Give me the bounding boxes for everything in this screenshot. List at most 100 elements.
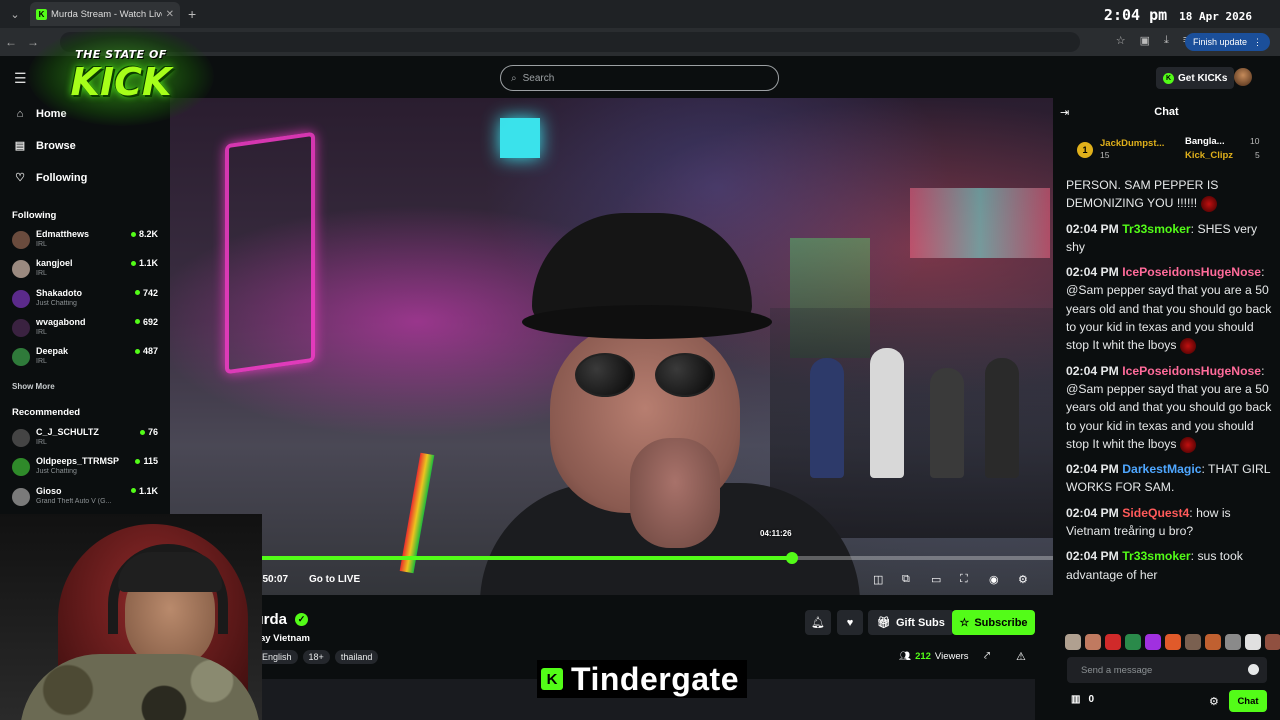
channel-item[interactable]: wvagabond IRL 692	[12, 316, 162, 342]
new-tab-icon[interactable]: +	[188, 6, 196, 22]
get-kicks-button[interactable]: K Get KICKs	[1156, 67, 1235, 89]
emote-icon[interactable]	[1105, 634, 1121, 650]
crowd-person	[870, 348, 904, 478]
leader-name[interactable]: Kick_Clipz	[1185, 150, 1233, 161]
emote-icon[interactable]	[1225, 634, 1241, 650]
channel-viewers: 487	[134, 346, 158, 356]
chat-message: PERSON. SAM PEPPER IS DEMONIZING YOU !!!…	[1066, 176, 1273, 213]
message-username[interactable]: Tr33smoker	[1122, 222, 1190, 236]
recommended-section-title: Recommended	[12, 407, 81, 418]
leader-name[interactable]: Bangla...	[1185, 136, 1225, 147]
finish-update-label: Finish update	[1192, 37, 1247, 47]
emote-icon[interactable]	[1185, 634, 1201, 650]
menu-icon[interactable]: ☰	[14, 70, 27, 87]
autoplay-icon[interactable]: ◉	[989, 573, 999, 586]
bookmark-star-icon[interactable]: ☆	[1116, 34, 1126, 47]
notification-bell-button[interactable]: 🔔︎	[805, 610, 831, 635]
channel-avatar	[12, 487, 30, 506]
emote-icon	[1200, 196, 1217, 213]
tab-close-icon[interactable]: ✕	[166, 9, 174, 20]
progress-bar[interactable]	[210, 552, 1053, 564]
chat-points[interactable]: ▥ 0	[1071, 694, 1094, 705]
live-dot-icon	[134, 348, 140, 354]
channel-item[interactable]: C_J_SCHULTZ IRL 76	[12, 426, 162, 452]
back-icon[interactable]: ←	[0, 35, 22, 49]
message-time: 02:04 PM	[1066, 549, 1119, 564]
tag[interactable]: thailand	[334, 650, 379, 664]
message-time: 02:04 PM	[1066, 462, 1119, 477]
channel-item[interactable]: Deepak IRL 487	[12, 345, 162, 371]
live-dot-icon	[130, 488, 136, 494]
message-username[interactable]: IcePoseidonsHugeNose	[1122, 364, 1261, 378]
miniplayer-icon[interactable]: ◫	[873, 573, 883, 586]
viewer-number: 212	[915, 651, 931, 662]
channel-item[interactable]: Edmatthews IRL 8.2K	[12, 228, 162, 254]
theater-mode-icon[interactable]: ▭	[931, 573, 941, 586]
user-avatar[interactable]	[1234, 68, 1252, 86]
caption-text: Tindergate	[571, 660, 739, 697]
settings-gear-icon[interactable]: ⚙	[1018, 573, 1028, 586]
kick-logo-icon: K	[541, 668, 563, 690]
nav-browse[interactable]: ▤ Browse	[14, 139, 76, 153]
report-icon[interactable]: ⚠	[1016, 650, 1026, 663]
chat-settings-icon[interactable]: ⚙	[1209, 695, 1219, 708]
tab-search-icon[interactable]: ⌄	[4, 3, 26, 25]
neon-building-right	[910, 188, 1050, 258]
state-of-kick-logo: THE STATE OF KICK	[28, 26, 214, 126]
nav-following[interactable]: ♡ Following	[14, 171, 87, 185]
message-username[interactable]: DarkestMagic	[1122, 462, 1201, 476]
channel-avatar	[12, 260, 30, 279]
browser-tab[interactable]: K Murda Stream - Watch Live ✕	[30, 2, 180, 26]
leader-name[interactable]: JackDumpst...	[1100, 138, 1164, 149]
kick-favicon-icon: K	[36, 8, 47, 20]
emote-icon[interactable]	[1165, 634, 1181, 650]
fullscreen-icon[interactable]: ⛶	[960, 573, 968, 586]
points-value: 0	[1088, 694, 1095, 705]
search-input[interactable]: ⌕ Search	[500, 65, 779, 91]
subscribe-label: Subscribe	[974, 616, 1028, 629]
subscribe-button[interactable]: ☆ Subscribe	[952, 610, 1035, 635]
chat-message-input[interactable]: Send a message	[1067, 657, 1267, 683]
emote-icon[interactable]	[1245, 634, 1261, 650]
clip-icon[interactable]: ⧉	[902, 573, 910, 586]
message-username[interactable]: Tr33smoker	[1122, 549, 1190, 563]
channel-avatar	[12, 289, 30, 308]
bell-icon: 🔔︎	[811, 617, 825, 629]
channel-category: Grand Theft Auto V (G...	[36, 497, 112, 505]
video-player[interactable]: 04:11:26 🔈 08:50:07 Go to LIVE ◫ ⧉ ▭ ⛶ ◉…	[170, 98, 1053, 595]
emote-icon[interactable]	[1125, 634, 1141, 650]
gift-leaderboard: 1 JackDumpst... 15 Bangla... 10 Kick_Cli…	[1063, 130, 1273, 170]
channel-avatar	[12, 458, 30, 477]
extensions-icon[interactable]: ▣	[1140, 34, 1150, 47]
follow-heart-button[interactable]: ♥	[837, 610, 863, 635]
tag[interactable]: 18+	[302, 650, 330, 664]
emote-icon[interactable]	[1265, 634, 1280, 650]
message-username[interactable]: SideQuest4	[1122, 506, 1189, 520]
chat-panel: ⇥ Chat 1 JackDumpst... 15 Bangla... 10 K…	[1053, 98, 1280, 720]
channel-item[interactable]: Oldpeeps_TTRMSP Just Chatting 115	[12, 455, 162, 481]
chat-message: 02:04 PM IcePoseidonsHugeNose: @Sam pepp…	[1066, 263, 1273, 355]
points-icon: ▥	[1071, 694, 1081, 705]
emote-icon[interactable]	[1205, 634, 1221, 650]
message-username[interactable]: IcePoseidonsHugeNose	[1122, 265, 1261, 279]
tag[interactable]: English	[256, 650, 298, 664]
go-to-live-button[interactable]: Go to LIVE	[309, 574, 360, 585]
show-more-link[interactable]: Show More	[12, 382, 55, 391]
share-icon[interactable]: ⤤	[984, 650, 990, 663]
emote-icon[interactable]	[1145, 634, 1161, 650]
channel-item[interactable]: Gioso Grand Theft Auto V (G... 1.1K	[12, 485, 162, 511]
emote-icon[interactable]	[1065, 634, 1081, 650]
sunglasses-right	[655, 353, 715, 397]
download-icon[interactable]: ⤓	[1164, 34, 1169, 47]
emote-icon[interactable]	[1085, 634, 1101, 650]
emoji-icon[interactable]	[1248, 664, 1259, 675]
gift-subs-label: Gift Subs	[895, 616, 945, 629]
chat-send-button[interactable]: Chat	[1229, 690, 1267, 712]
gift-subs-button[interactable]: 🎁︎ Gift Subs	[868, 610, 954, 635]
channel-item[interactable]: kangjoel IRL 1.1K	[12, 257, 162, 283]
heart-icon: ♡	[15, 172, 25, 184]
heart-icon: ♥	[846, 616, 854, 629]
progress-handle[interactable]	[785, 552, 798, 564]
finish-update-button[interactable]: Finish update ⋮	[1184, 33, 1270, 51]
channel-item[interactable]: Shakadoto Just Chatting 742	[12, 287, 162, 313]
